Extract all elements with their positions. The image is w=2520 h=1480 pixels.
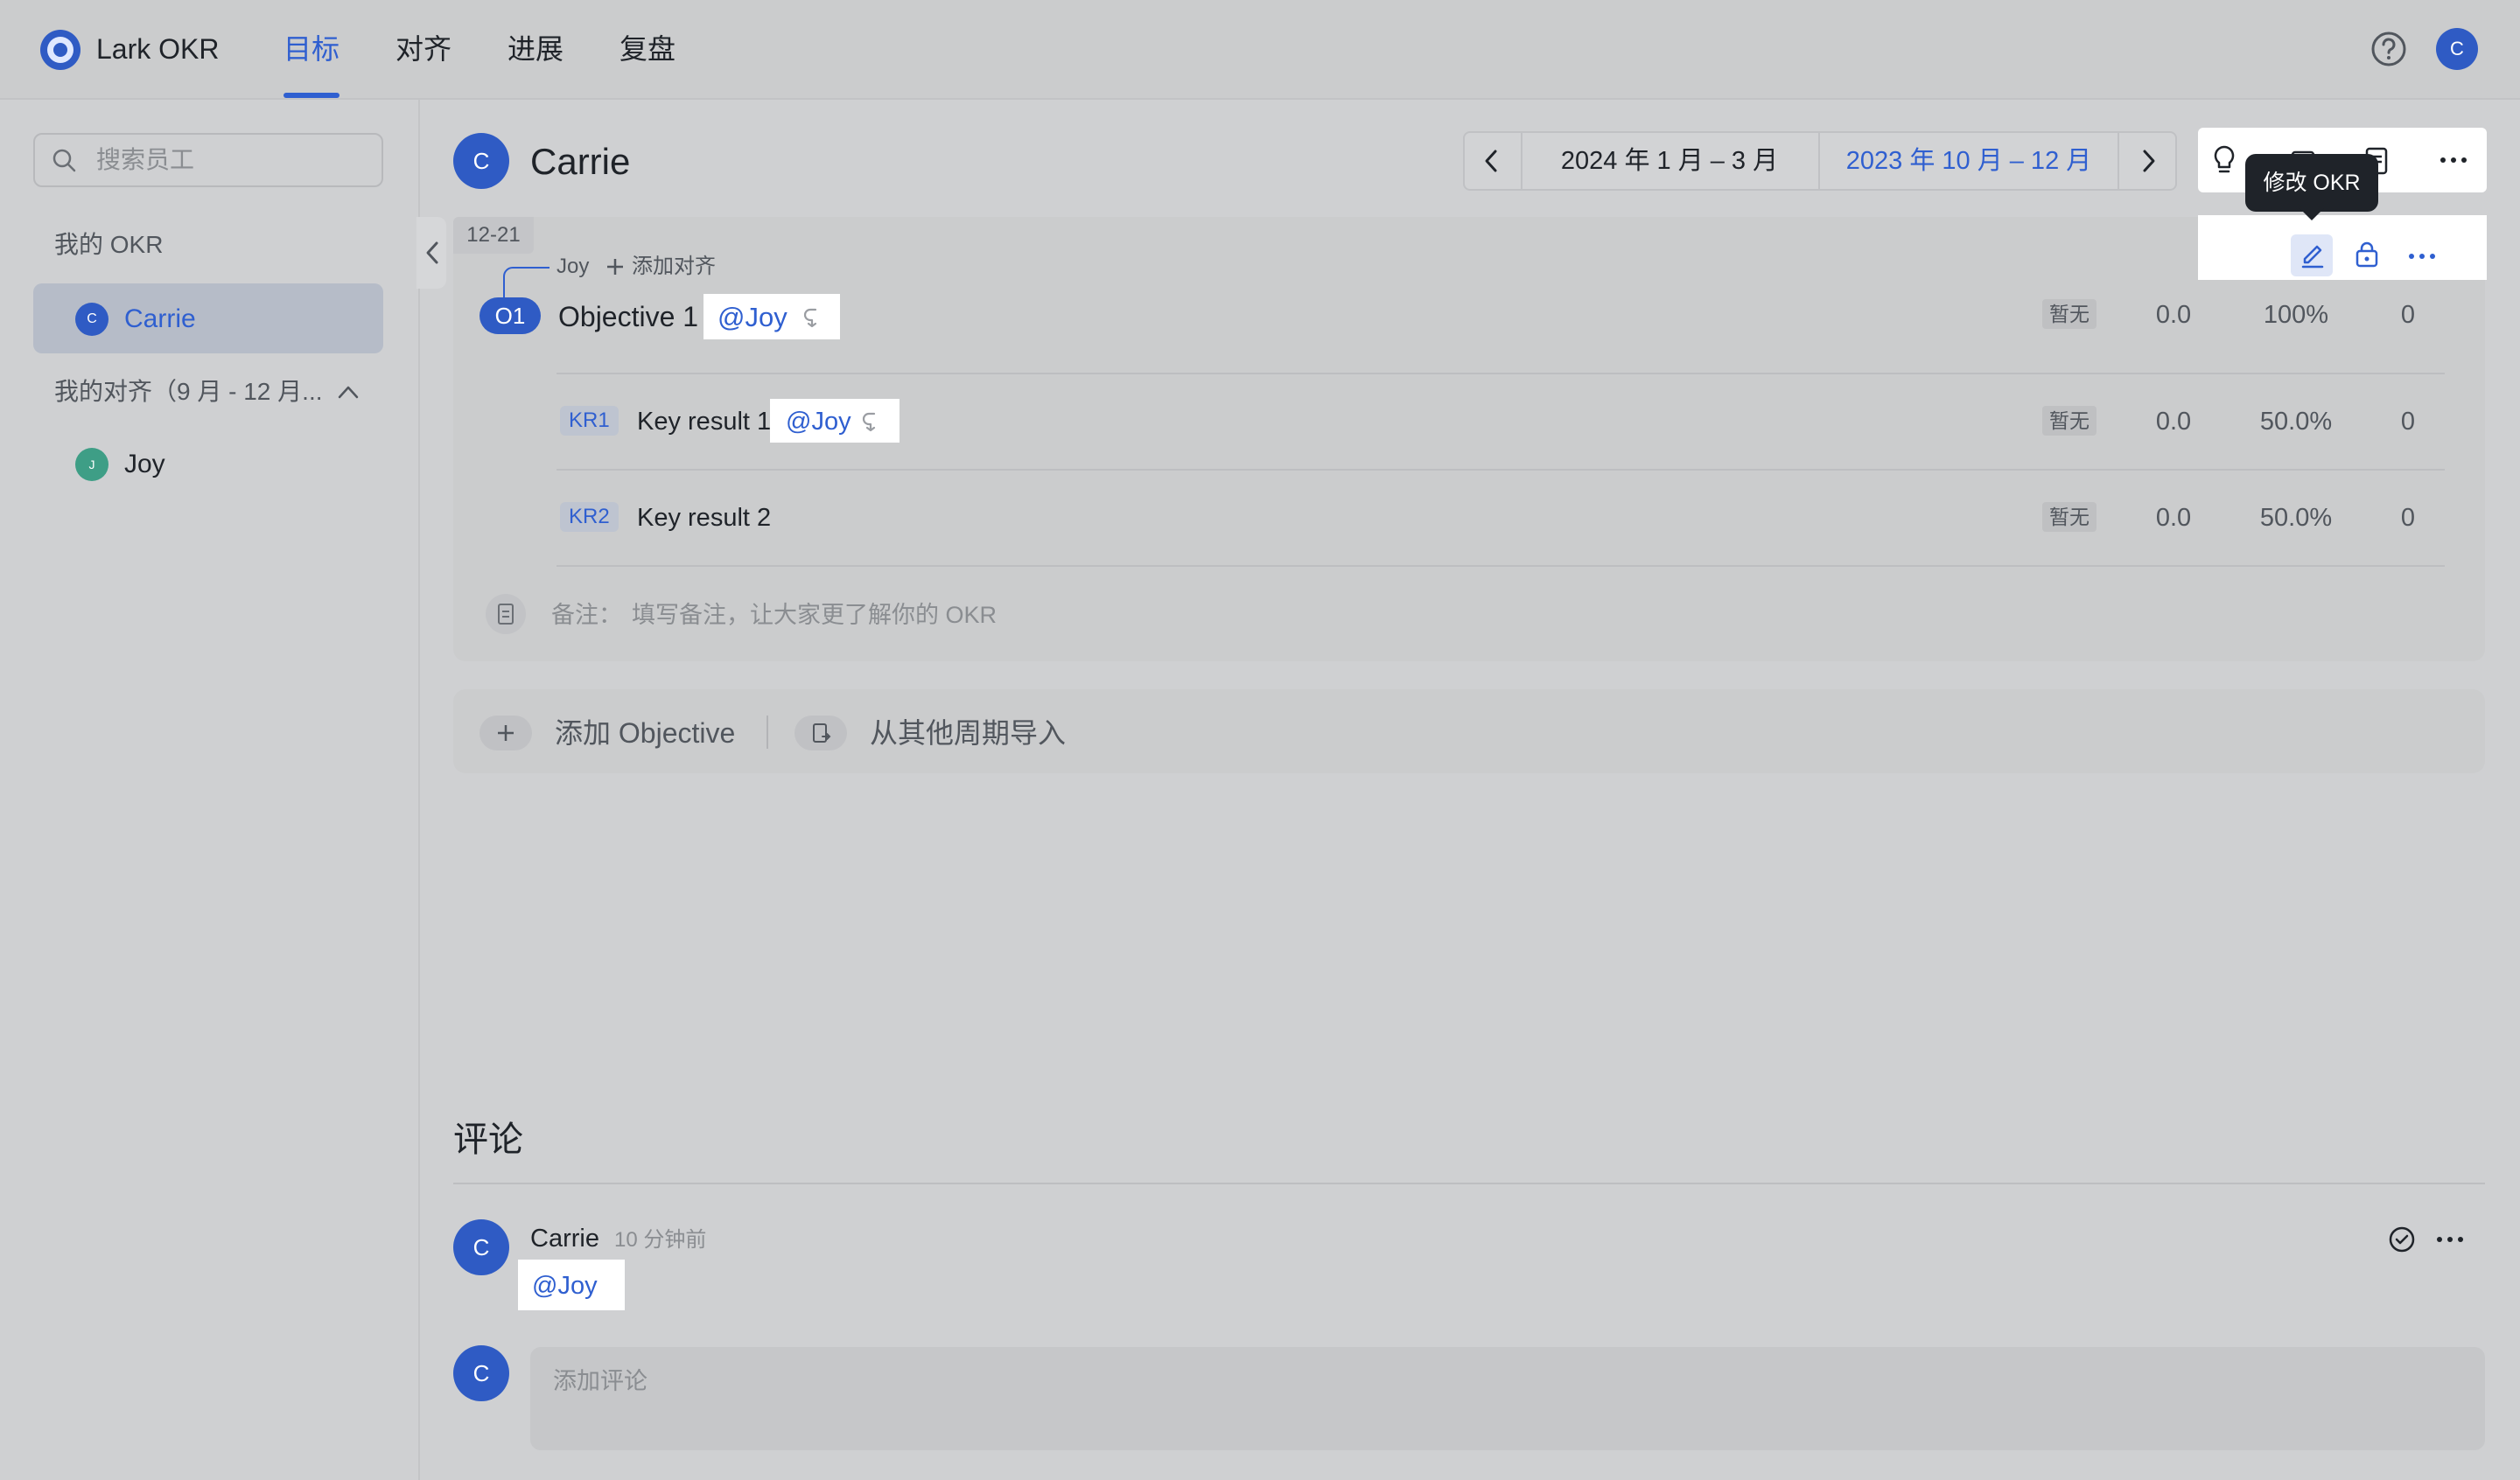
lightbulb-icon[interactable] [2210,143,2238,177]
note-input[interactable]: 填写备注，让大家更了解你的 OKR [632,600,997,630]
note-label: 备注： [551,602,622,628]
chevron-right-icon [2138,147,2158,175]
user-avatar[interactable]: C [2436,28,2478,70]
chevron-left-icon [424,240,443,266]
kr-count: 0 [2400,504,2416,532]
avatar: C [453,1219,509,1275]
alignment-connector [500,259,553,297]
kr-progress: 50.0% [2259,504,2333,532]
status-badge: 暂无 [2042,299,2096,329]
plus-icon[interactable] [604,255,626,278]
divider [556,469,2445,471]
add-objective-button[interactable]: 添加 Objective [555,716,735,750]
alignment-link-icon [859,409,882,432]
avatar: C [75,303,108,336]
selected-period-button[interactable]: 2023 年 10 月 – 12 月 [1820,145,2118,177]
objective-progress: 100% [2263,301,2329,329]
aligned-parent-label[interactable]: Joy [556,254,589,280]
page-title: Carrie [530,141,631,182]
my-alignment-section-label[interactable]: 我的对齐（9 月 - 12 月... [54,376,323,408]
more-icon[interactable] [2436,145,2471,175]
sidebar-item-joy[interactable]: Joy [124,448,165,481]
lark-okr-logo-icon [38,28,82,72]
divider [556,373,2445,374]
divider [556,565,2445,567]
search-placeholder: 搜索员工 [96,146,195,173]
import-from-other-period-button[interactable]: 从其他周期导入 [870,716,1066,750]
kr-title[interactable]: Key result 1 [637,406,771,437]
app-title: Lark OKR [96,33,220,65]
plus-icon[interactable] [480,716,532,750]
current-period-button[interactable]: 2024 年 1 月 – 3 月 [1522,145,1816,177]
kr-mention[interactable]: @Joy [786,406,851,437]
my-okr-section-label: 我的 OKR [54,231,164,258]
row-actions-panel [2198,215,2487,280]
date-badge: 12-21 [453,217,534,254]
add-alignment-button[interactable]: 添加对齐 [632,254,716,280]
kr-score: 0.0 [2155,504,2192,532]
top-bar [0,0,2520,100]
comment-text[interactable]: @Joy [532,1270,598,1302]
tab-progress[interactable]: 进展 [508,31,564,66]
divider [766,716,768,749]
edit-okr-tooltip: 修改 OKR [2245,154,2378,212]
kr-title[interactable]: Key result 2 [637,502,771,534]
tooltip-arrow [2300,208,2324,222]
tab-alignment[interactable]: 对齐 [396,31,452,66]
avatar: C [453,1345,509,1401]
objective-score: 0.0 [2155,301,2192,329]
comment-author: Carrie [530,1225,599,1253]
avatar: J [75,448,108,481]
active-tab-indicator [284,93,340,98]
check-circle-icon[interactable] [2387,1225,2417,1254]
sidebar-item-label: Carrie [124,304,196,333]
comment-input[interactable] [530,1347,2485,1450]
help-icon[interactable] [2370,30,2408,68]
kr-score: 0.0 [2155,408,2192,436]
status-badge: 暂无 [2042,502,2096,532]
comment-input-placeholder: 添加评论 [553,1368,648,1394]
okr-card [453,217,2485,661]
more-icon[interactable] [2432,1225,2468,1254]
lock-icon[interactable] [2352,240,2382,269]
owner-avatar: C [453,133,509,189]
divider [453,1183,2485,1184]
kr-progress: 50.0% [2259,408,2333,436]
tab-goals[interactable]: 目标 [284,31,340,66]
objective-count: 0 [2400,301,2416,329]
pencil-icon [2298,240,2326,269]
comment-timestamp: 10 分钟前 [614,1228,707,1252]
add-objective-bar [453,689,2485,773]
search-icon [51,147,77,173]
status-badge: 暂无 [2042,406,2096,436]
note-icon [485,593,527,635]
objective-mention[interactable]: @Joy [718,301,788,334]
objective-badge: O1 [480,297,541,334]
comments-title: 评论 [453,1120,523,1159]
tab-review[interactable]: 复盘 [620,31,676,66]
more-icon[interactable] [2404,241,2440,271]
chevron-up-icon[interactable] [336,381,360,402]
kr-badge: KR1 [560,406,619,436]
alignment-link-icon [800,304,824,329]
kr-badge: KR2 [560,502,619,532]
objective-title[interactable]: Objective 1 [558,299,698,334]
import-icon[interactable] [794,716,847,750]
search-input[interactable] [33,133,383,187]
kr-count: 0 [2400,408,2416,436]
chevron-left-icon [1482,147,1502,175]
